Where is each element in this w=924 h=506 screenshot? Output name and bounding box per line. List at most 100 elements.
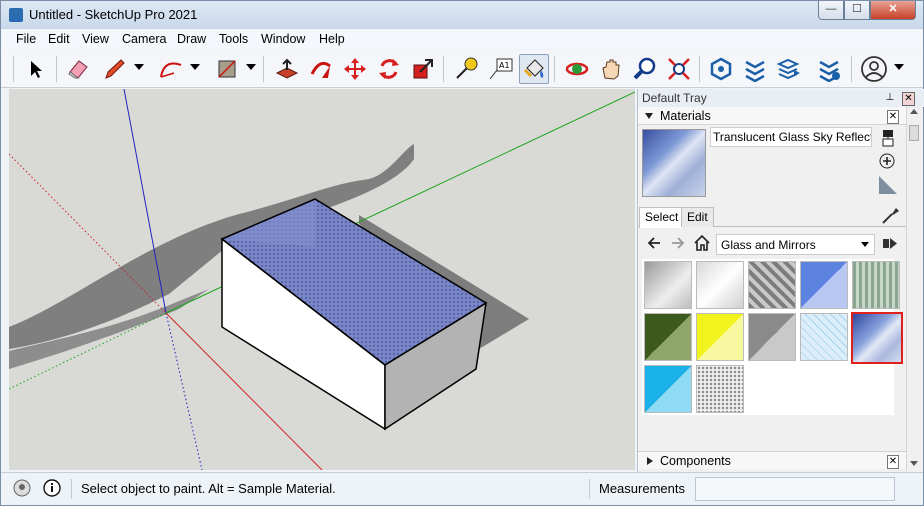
status-separator <box>589 479 590 499</box>
display-secondary-selection-icon[interactable] <box>880 129 896 147</box>
text-tool-label: A1 <box>499 61 510 70</box>
orbit-icon[interactable] <box>562 54 592 84</box>
chevron-down-icon[interactable] <box>134 64 144 70</box>
toolbar-separator <box>554 56 555 82</box>
home-icon[interactable] <box>693 234 711 252</box>
scroll-up-icon[interactable] <box>910 109 918 114</box>
close-button[interactable]: ✕ <box>870 1 916 20</box>
swatch-glass-green-ribbed[interactable] <box>852 261 900 309</box>
expand-triangle-icon[interactable] <box>647 457 653 465</box>
collection-dropdown[interactable]: Glass and Mirrors <box>716 234 875 255</box>
default-material-icon[interactable] <box>878 175 898 195</box>
measurements-input[interactable] <box>695 477 895 501</box>
layout-icon[interactable] <box>774 54 804 84</box>
app-window: Untitled - SketchUp Pro 2021 — ☐ ✕ File … <box>0 0 924 506</box>
create-material-icon[interactable] <box>878 151 898 171</box>
tray-title-bar: Default Tray ⊥ ✕ <box>638 89 924 107</box>
chevron-down-icon[interactable] <box>861 242 869 247</box>
minimize-button[interactable]: — <box>818 1 844 20</box>
maximize-button[interactable]: ☐ <box>844 1 870 20</box>
menu-draw[interactable]: Draw <box>177 32 206 46</box>
arc-icon[interactable] <box>156 54 186 84</box>
tab-select[interactable]: Select <box>639 207 685 228</box>
toolbar-separator <box>443 56 444 82</box>
swatch-glass-gray-tint[interactable] <box>748 313 796 361</box>
tape-measure-icon[interactable] <box>451 54 481 84</box>
swatch-glass-frosted[interactable] <box>696 365 744 413</box>
account-icon[interactable] <box>859 54 889 84</box>
measurements-label: Measurements <box>599 481 685 496</box>
menu-help[interactable]: Help <box>319 32 345 46</box>
swatch-translucent-glass-sky-reflection[interactable] <box>851 312 903 364</box>
swatch-glass-cyan[interactable] <box>644 365 692 413</box>
components-close-button[interactable]: ✕ <box>887 455 899 469</box>
geo-location-icon[interactable] <box>13 479 31 497</box>
menu-tools[interactable]: Tools <box>219 32 248 46</box>
pencil-icon[interactable] <box>100 54 130 84</box>
menu-camera[interactable]: Camera <box>122 32 166 46</box>
chevron-down-icon[interactable] <box>894 64 904 70</box>
text-icon[interactable]: A1 <box>485 54 515 84</box>
3d-warehouse-icon[interactable] <box>740 54 770 84</box>
select-icon[interactable] <box>21 54 51 84</box>
swatch-glass-silver[interactable] <box>696 261 744 309</box>
swatch-glass-blue[interactable] <box>800 261 848 309</box>
toolbar-separator <box>56 56 57 82</box>
material-name-field[interactable]: Translucent Glass Sky Reflection <box>710 127 872 147</box>
move-icon[interactable] <box>340 54 370 84</box>
menu-file[interactable]: File <box>16 32 36 46</box>
tray-title: Default Tray <box>642 91 707 105</box>
eraser-icon[interactable] <box>63 54 93 84</box>
viewport-left-edge <box>1 89 9 470</box>
tray-scrollbar[interactable] <box>906 107 920 471</box>
tab-edit[interactable]: Edit <box>681 207 714 227</box>
main-toolbar: A1 <box>1 50 923 88</box>
tray-close-button[interactable]: ✕ <box>902 92 915 106</box>
details-arrow-icon[interactable] <box>882 235 900 253</box>
scale-icon[interactable] <box>408 54 438 84</box>
zoom-icon[interactable] <box>630 54 660 84</box>
follow-me-icon[interactable] <box>306 54 336 84</box>
chevron-down-icon[interactable] <box>246 64 256 70</box>
rectangle-icon[interactable] <box>212 54 242 84</box>
3d-viewport[interactable] <box>9 89 635 470</box>
materials-tabs: Select Edit <box>638 207 906 228</box>
components-panel-header[interactable]: Components ✕ <box>638 451 906 469</box>
menu-window[interactable]: Window <box>261 32 305 46</box>
paint-bucket-icon[interactable] <box>519 54 549 84</box>
zoom-extents-icon[interactable] <box>664 54 694 84</box>
forward-arrow-icon[interactable] <box>670 235 686 251</box>
chevron-down-icon[interactable] <box>190 64 200 70</box>
scrollbar-thumb[interactable] <box>909 125 919 141</box>
menu-view[interactable]: View <box>82 32 109 46</box>
extension-manager-icon[interactable] <box>814 54 844 84</box>
swatch-glass-gray-gradient[interactable] <box>644 261 692 309</box>
status-bar: Select object to paint. Alt = Sample Mat… <box>1 472 923 505</box>
components-header-label: Components <box>660 454 731 468</box>
materials-swatch-grid <box>642 259 903 415</box>
scroll-down-icon[interactable] <box>910 461 918 466</box>
info-icon[interactable] <box>43 479 61 497</box>
menu-edit[interactable]: Edit <box>48 32 70 46</box>
materials-close-button[interactable]: ✕ <box>887 110 899 124</box>
swatch-glass-dark-green[interactable] <box>644 313 692 361</box>
swatch-glass-block[interactable] <box>748 261 796 309</box>
status-separator <box>71 479 72 499</box>
extension-warehouse-icon[interactable] <box>706 54 736 84</box>
pin-icon[interactable]: ⊥ <box>884 92 896 104</box>
materials-header-label: Materials <box>660 109 711 123</box>
pan-icon[interactable] <box>596 54 626 84</box>
rotate-icon[interactable] <box>374 54 404 84</box>
swatch-glass-light-blue-grid[interactable] <box>800 313 848 361</box>
collapse-triangle-icon[interactable] <box>645 113 653 119</box>
materials-navigation: Glass and Mirrors <box>638 231 906 255</box>
title-bar: Untitled - SketchUp Pro 2021 — ☐ ✕ <box>1 1 923 29</box>
push-pull-icon[interactable] <box>272 54 302 84</box>
materials-panel-header[interactable]: Materials ✕ <box>638 107 906 125</box>
blue-axis-negative <box>165 312 203 470</box>
sample-paint-eyedropper-icon[interactable] <box>880 205 900 225</box>
back-arrow-icon[interactable] <box>646 235 662 251</box>
swatch-glass-yellow[interactable] <box>696 313 744 361</box>
material-preview-swatch <box>642 129 706 197</box>
scene-canvas[interactable] <box>9 89 635 470</box>
